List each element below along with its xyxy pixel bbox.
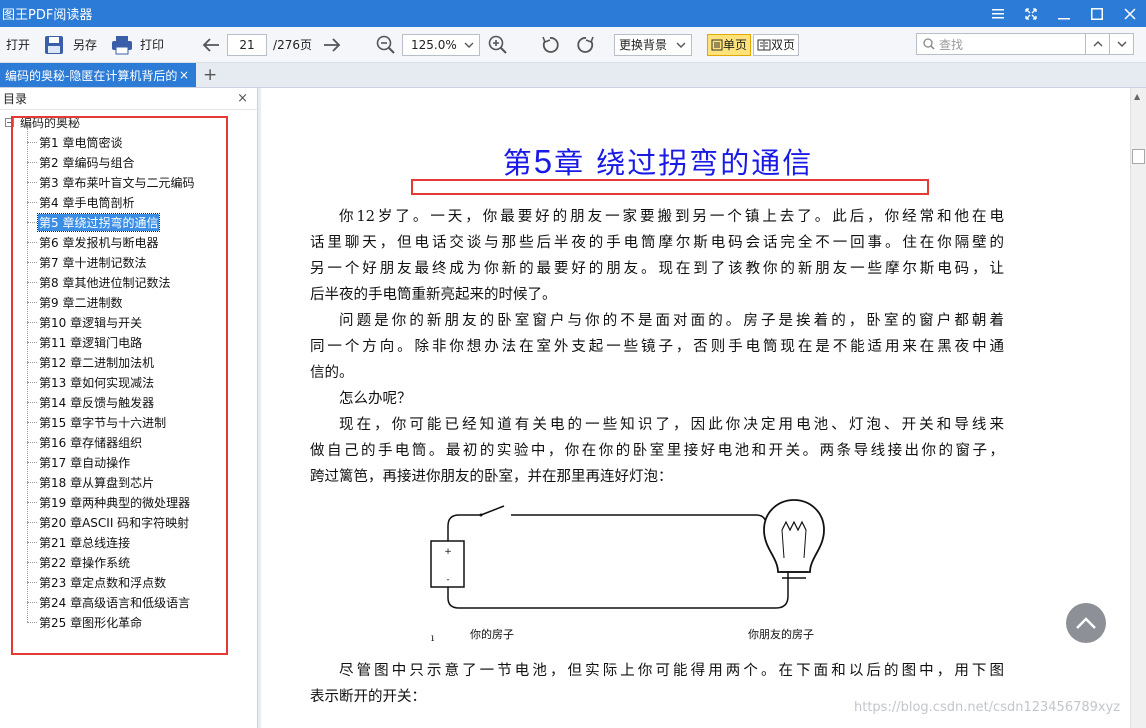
vertical-scrollbar[interactable]: ▲ bbox=[1130, 88, 1146, 728]
text-line: 另一个好朋友最终成为你新的最要好的朋友。现在到了该教你的新朋友一些摩尔斯电码，让 bbox=[310, 261, 1004, 277]
battery-icon: + - bbox=[430, 540, 465, 588]
text-line: 问题是你的新朋友的卧室窗户与你的不是面对面的。房子是挨着的，卧室的窗户都朝着 bbox=[339, 313, 1004, 329]
zoom-value: 125.0% bbox=[411, 37, 457, 52]
text-line: 做自己的手电筒。最初的实验中，你在你的卧室里接好电池和开关。两条导线接出你的窗子… bbox=[310, 443, 1004, 459]
printer-icon bbox=[112, 35, 133, 54]
chevron-down-icon bbox=[464, 42, 474, 48]
save-icon bbox=[45, 35, 64, 54]
text-line: 信的。 bbox=[310, 365, 354, 381]
rotate-right-button[interactable] bbox=[572, 31, 600, 59]
toc-sidebar: 目录 × − 编码的奥秘 第1 章电筒密谈 第2 章编码与组合 第3 章布莱叶盲文与… bbox=[0, 88, 258, 728]
minimize-icon[interactable] bbox=[1047, 0, 1080, 27]
page-edge bbox=[258, 88, 261, 728]
search-placeholder: 查找 bbox=[939, 37, 964, 52]
text-line: 尽管图中只示意了一节电池，但实际上你可能得用两个。在下面和以后的图中，用下图 bbox=[339, 663, 1004, 679]
rotate-left-icon bbox=[542, 36, 559, 53]
maximize-icon[interactable] bbox=[1080, 0, 1113, 27]
menu-icon[interactable] bbox=[981, 0, 1014, 27]
figure-caption-right: 你朋友的房子 bbox=[748, 628, 814, 641]
search-next-button[interactable] bbox=[1110, 33, 1134, 55]
app-title: 图王PDF阅读器 bbox=[2, 8, 93, 23]
open-switch bbox=[480, 505, 505, 516]
tab-strip: 编码的奥秘-隐匿在计算机背后的 × + bbox=[0, 63, 1146, 88]
text-line: 话里聊天，但电话交谈与那些后半夜的手电筒摩尔斯电码会话完全不一回事。住在你隔壁的 bbox=[310, 235, 1004, 251]
chapter-number: 5 bbox=[533, 143, 555, 180]
search-prev-button[interactable] bbox=[1086, 33, 1110, 55]
sidebar-close-icon[interactable]: × bbox=[237, 91, 248, 106]
save-as-label: 另存 bbox=[73, 38, 98, 52]
fullscreen-icon[interactable] bbox=[1014, 0, 1047, 27]
title-bar: 图王PDF阅读器 bbox=[0, 0, 1146, 27]
sidebar-header: 目录 × bbox=[0, 88, 257, 110]
paragraph-2: 问题是你的新朋友的卧室窗户与你的不是面对面的。房子是挨着的，卧室的窗户都朝着同一… bbox=[310, 308, 1004, 386]
toolbar: 打开 另存 打印 21 /276页 125.0% 更换背景 单页 双页 查找 bbox=[0, 27, 1146, 63]
search-icon bbox=[923, 38, 935, 50]
double-page-button[interactable]: 双页 bbox=[753, 33, 800, 56]
single-page-icon bbox=[711, 39, 723, 50]
prev-page-button[interactable] bbox=[197, 31, 225, 59]
lightbulb-icon bbox=[763, 499, 825, 579]
paragraph-4: 现在，你可能已经知道有关电的一些知识了，因此你决定用电池、灯泡、开关和导线来做自… bbox=[310, 412, 1004, 490]
scroll-thumb[interactable] bbox=[1132, 149, 1145, 164]
window-controls bbox=[981, 0, 1146, 27]
tab-close-icon[interactable]: × bbox=[179, 68, 189, 82]
chevron-down-icon bbox=[1117, 41, 1126, 47]
save-as-button[interactable]: 另存 bbox=[41, 31, 100, 59]
print-button[interactable]: 打印 bbox=[108, 31, 167, 59]
text-line: 你12岁了。一天，你最要好的朋友一家要搬到另一个镇上去了。此后，你经常和他在电 bbox=[339, 209, 1004, 225]
search-nav bbox=[1086, 33, 1134, 55]
print-label: 打印 bbox=[140, 38, 165, 52]
background-select[interactable]: 更换背景 bbox=[614, 33, 692, 56]
arrow-right-icon bbox=[324, 37, 341, 52]
document-tab-label: 编码的奥秘-隐匿在计算机背后的 bbox=[5, 68, 177, 83]
background-label: 更换背景 bbox=[619, 38, 668, 52]
zoom-select[interactable]: 125.0% bbox=[402, 33, 480, 56]
chapter-title: 第5章 绕过拐弯的通信 bbox=[258, 140, 1058, 182]
chevron-up-icon bbox=[1093, 41, 1102, 47]
zoom-in-icon bbox=[488, 35, 507, 54]
open-button[interactable]: 打开 bbox=[3, 31, 33, 59]
chevron-up-icon bbox=[1076, 617, 1096, 629]
document-tab[interactable]: 编码的奥秘-隐匿在计算机背后的 × bbox=[0, 63, 196, 87]
text-line: 现在，你可能已经知道有关电的一些知识了，因此你决定用电池、灯泡、开关和导线来 bbox=[339, 417, 1004, 433]
rotate-left-button[interactable] bbox=[536, 31, 564, 59]
single-page-button[interactable]: 单页 bbox=[707, 33, 752, 56]
chapter-name: 章 绕过拐弯的通信 bbox=[554, 146, 814, 180]
figure-caption-left: 你的房子 bbox=[470, 628, 514, 641]
paragraph-1: 你12岁了。一天，你最要好的朋友一家要搬到另一个镇上去了。此后，你经常和他在电话… bbox=[310, 204, 1004, 308]
open-label: 打开 bbox=[6, 38, 31, 52]
add-tab-icon[interactable]: + bbox=[203, 65, 217, 85]
scroll-up-icon[interactable]: ▲ bbox=[1134, 92, 1140, 101]
figure-mark: ı bbox=[431, 633, 435, 644]
rotate-right-icon bbox=[577, 36, 594, 53]
highlight-box-title bbox=[411, 179, 929, 195]
zoom-out-icon bbox=[376, 35, 395, 54]
back-to-top-button[interactable] bbox=[1066, 603, 1106, 643]
watermark: https://blog.csdn.net/csdn123456789xyz bbox=[854, 700, 1121, 715]
double-page-label: 双页 bbox=[771, 38, 796, 52]
page-total: /276页 bbox=[273, 38, 312, 52]
svg-text:-: - bbox=[446, 575, 449, 585]
text-line: 后半夜的手电筒重新亮起来的时候了。 bbox=[310, 287, 557, 303]
document-view[interactable]: 第5章 绕过拐弯的通信 你12岁了。一天，你最要好的朋友一家要搬到另一个镇上去了… bbox=[258, 88, 1130, 728]
arrow-left-icon bbox=[202, 37, 220, 52]
zoom-in-button[interactable] bbox=[484, 31, 512, 59]
zoom-out-button[interactable] bbox=[372, 31, 400, 59]
sidebar-title: 目录 bbox=[3, 92, 28, 106]
highlight-box-toc bbox=[11, 116, 228, 655]
text-line: 同一个方向。除非你想办法在室外支起一些镜子，否则手电筒现在是不能适用来在黑夜中通 bbox=[310, 339, 1004, 355]
single-page-label: 单页 bbox=[723, 38, 748, 52]
double-page-icon bbox=[757, 39, 771, 50]
chapter-prefix: 第 bbox=[502, 146, 534, 180]
close-icon[interactable] bbox=[1113, 0, 1146, 27]
search-input[interactable]: 查找 bbox=[916, 33, 1086, 55]
svg-text:+: + bbox=[444, 547, 452, 557]
paragraph-3: 怎么办呢？ bbox=[339, 391, 412, 407]
next-page-button[interactable] bbox=[318, 31, 346, 59]
text-line: 跨过篱笆，再接进你朋友的卧室，并在那里再连好灯泡： bbox=[310, 469, 673, 485]
chevron-down-icon bbox=[676, 42, 686, 48]
page-number-input[interactable]: 21 bbox=[227, 33, 268, 56]
